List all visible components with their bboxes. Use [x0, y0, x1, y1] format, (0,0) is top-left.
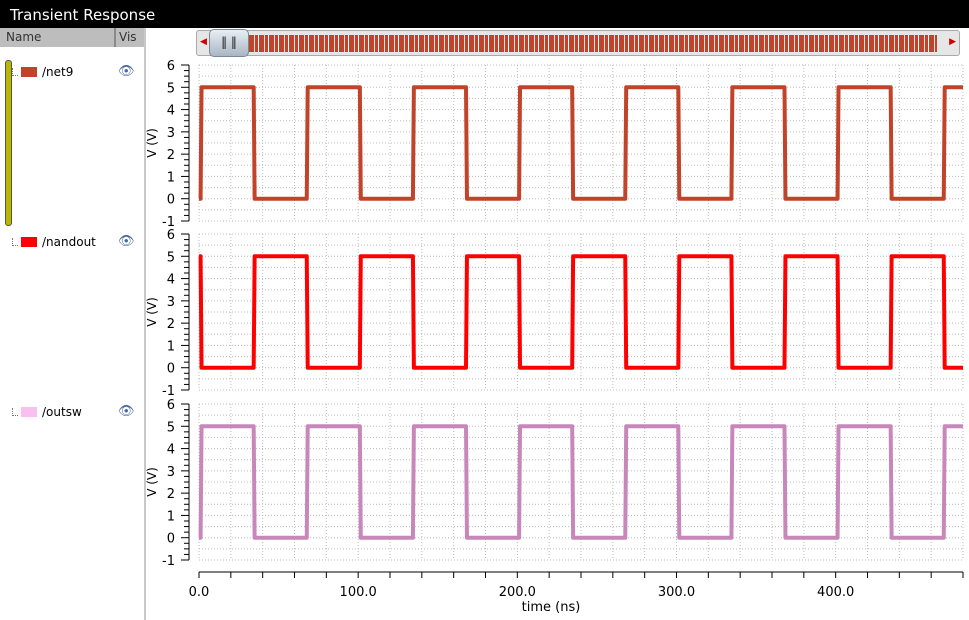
y-tick-label: 3 [167, 126, 175, 141]
y-tick-label: 1 [167, 509, 175, 524]
y-tick-label: 2 [167, 148, 175, 163]
y-tick-label: 4 [167, 443, 175, 458]
tree-connector [12, 68, 18, 76]
y-tick-label: 1 [167, 339, 175, 354]
y-tick-label: 6 [167, 59, 175, 74]
y-tick-label: 0 [167, 193, 175, 208]
name-column-header[interactable]: Name [6, 30, 41, 44]
y-axis-label: V (V) [146, 128, 159, 158]
color-swatch [21, 237, 37, 247]
y-tick-label: 3 [167, 465, 175, 480]
x-axis-label: time (ns) [522, 600, 581, 615]
y-axis-label: V (V) [146, 297, 159, 327]
window-title: Transient Response [0, 0, 969, 28]
y-tick-label: 5 [167, 250, 175, 265]
scroll-right-arrow-icon[interactable]: ▶ [949, 37, 956, 47]
scroll-thumb[interactable]: ‖ ‖ [209, 29, 249, 57]
y-tick-label: 1 [167, 170, 175, 185]
color-swatch [21, 67, 37, 77]
y-tick-label: 5 [167, 81, 175, 96]
eye-icon[interactable]: 👁 [118, 64, 135, 79]
panel-outsw: 6 5 4 3 2 1 0 -1 V (V) [146, 398, 964, 569]
y-tick-label: 4 [167, 273, 175, 288]
x-tick-label: 200.0 [499, 585, 536, 600]
y-tick-label: -1 [162, 384, 175, 399]
y-tick-label: 4 [167, 104, 175, 119]
signal-label: /nandout [42, 235, 96, 249]
x-tick-label: 0.0 [189, 585, 210, 600]
eye-icon[interactable]: 👁 [118, 404, 135, 419]
tree-connector [12, 408, 18, 416]
y-tick-label: 0 [167, 532, 175, 547]
signal-list-panel: Name Vis /net9 👁 /nandout 👁 /outsw 👁 [0, 28, 146, 620]
y-tick-label: 0 [167, 362, 175, 377]
x-tick-label: 400.0 [817, 585, 854, 600]
time-scrollbar[interactable]: ◀ ‖ ‖ ▶ [196, 29, 960, 57]
signal-label: /net9 [42, 65, 74, 79]
panel-nandout: 6 5 4 3 2 1 0 -1 V (V) [146, 228, 964, 399]
eye-icon[interactable]: 👁 [118, 234, 135, 249]
y-tick-label: 2 [167, 317, 175, 332]
signal-label: /outsw [42, 405, 82, 419]
y-tick-label: 5 [167, 420, 175, 435]
signal-list-header: Name Vis [0, 28, 144, 47]
y-tick-label: 2 [167, 487, 175, 502]
waveform-plot: 6543210-1V (V)6543210-1V (V)6543210-1V (… [146, 59, 964, 615]
y-tick-label: 6 [167, 398, 175, 413]
y-tick-label: -1 [162, 554, 175, 569]
y-tick-label: 6 [167, 228, 175, 243]
vis-column-header[interactable]: Vis [114, 28, 137, 47]
scroll-track[interactable] [249, 35, 937, 52]
x-tick-label: 300.0 [658, 585, 695, 600]
color-swatch [21, 407, 37, 417]
y-tick-label: 3 [167, 295, 175, 310]
panel-net9: 6543210-1V (V) [146, 59, 964, 230]
tree-connector [12, 238, 18, 246]
x-tick-label: 100.0 [340, 585, 377, 600]
y-axis-label: V (V) [146, 467, 159, 497]
scroll-left-arrow-icon[interactable]: ◀ [200, 37, 207, 47]
signal-list-scrollbar[interactable] [5, 60, 12, 226]
